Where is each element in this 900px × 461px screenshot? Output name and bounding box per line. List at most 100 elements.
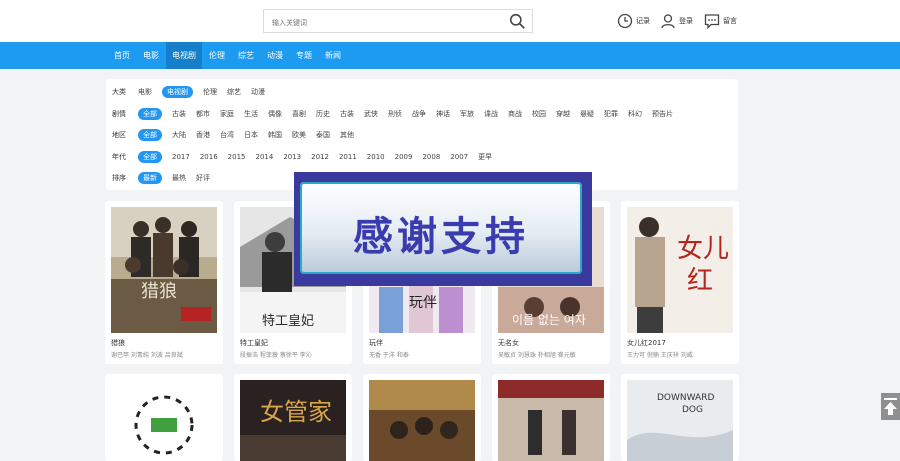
filter-option[interactable]: 动漫 xyxy=(251,87,265,97)
filter-option[interactable]: 更早 xyxy=(478,152,492,162)
filter-row-genre: 剧情 全部 古装 都市 家庭 生活 偶像 喜剧 历史 古装 武侠 刑侦 战争 神话 军旅 谍战 商战 校园 穿越 悬疑… xyxy=(112,107,683,121)
svg-text:红: 红 xyxy=(687,266,713,296)
filter-option[interactable]: 香港 xyxy=(196,130,210,140)
filter-option[interactable]: 偶像 xyxy=(268,109,282,119)
filter-option[interactable]: 武侠 xyxy=(364,109,378,119)
card-cast: 无香 于洋 和泰 xyxy=(369,352,409,359)
poster-image[interactable]: 女儿 红 xyxy=(627,207,733,333)
filter-option[interactable]: 犯罪 xyxy=(604,109,618,119)
video-card[interactable] xyxy=(105,374,223,461)
video-card[interactable]: 猎狼 猎狼 谢巴甲 刘青纯 刘波 吕良斌 xyxy=(105,201,223,364)
filter-option[interactable]: 古装 xyxy=(172,109,186,119)
poster-image[interactable] xyxy=(369,380,475,461)
video-card[interactable]: 女管家 xyxy=(234,374,352,461)
nav-item-news[interactable]: 新闻 xyxy=(319,42,347,69)
poster-image[interactable] xyxy=(111,380,217,461)
filter-option[interactable]: 2014 xyxy=(255,153,273,161)
thank-you-banner: 感谢支持 xyxy=(294,172,592,286)
search-box xyxy=(263,9,533,34)
filter-option[interactable]: 综艺 xyxy=(227,87,241,97)
nav-item-movie[interactable]: 电影 xyxy=(137,42,165,69)
filter-option[interactable]: 军旅 xyxy=(460,109,474,119)
search-icon[interactable] xyxy=(509,13,526,30)
filter-option[interactable]: 台湾 xyxy=(220,130,234,140)
filter-option[interactable]: 2007 xyxy=(450,153,468,161)
filter-option[interactable]: 2015 xyxy=(228,153,246,161)
filter-option[interactable]: 喜剧 xyxy=(292,109,306,119)
filter-option[interactable]: 穿越 xyxy=(556,109,570,119)
filter-option[interactable]: 2009 xyxy=(395,153,413,161)
video-card[interactable] xyxy=(363,374,481,461)
search-input[interactable] xyxy=(264,12,500,34)
banner-text: 感谢支持 xyxy=(353,214,529,260)
poster-image[interactable]: DOWNWARD DOG xyxy=(627,380,733,461)
filter-option[interactable]: 科幻 xyxy=(628,109,642,119)
filter-option[interactable]: 2013 xyxy=(283,153,301,161)
nav-item-tv[interactable]: 电视剧 xyxy=(166,42,202,69)
nav-item-anime[interactable]: 动漫 xyxy=(261,42,289,69)
filter-option[interactable]: 2016 xyxy=(200,153,218,161)
video-card[interactable]: 女儿 红 女儿红2017 王力可 倪楠 王庆祥 刘威 xyxy=(621,201,739,364)
filter-option[interactable]: 全部 xyxy=(138,151,162,163)
filter-option[interactable]: 全部 xyxy=(138,108,162,120)
nav-item-topics[interactable]: 专题 xyxy=(290,42,318,69)
filter-option[interactable]: 2010 xyxy=(367,153,385,161)
filter-option[interactable]: 大陆 xyxy=(172,130,186,140)
clock-icon xyxy=(617,13,633,29)
nav-item-variety[interactable]: 综艺 xyxy=(232,42,260,69)
video-card[interactable] xyxy=(492,374,610,461)
filter-option[interactable]: 商战 xyxy=(508,109,522,119)
filter-option[interactable]: 欧美 xyxy=(292,130,306,140)
filter-option[interactable]: 刑侦 xyxy=(388,109,402,119)
svg-text:玩伴: 玩伴 xyxy=(409,295,437,311)
filter-row-category: 大类 电影 电视剧 伦理 综艺 动漫 xyxy=(112,85,275,99)
video-card[interactable]: DOWNWARD DOG xyxy=(621,374,739,461)
filter-option[interactable]: 2017 xyxy=(172,153,190,161)
filter-option[interactable]: 全部 xyxy=(138,129,162,141)
nav-item-home[interactable]: 首页 xyxy=(108,42,136,69)
filter-option[interactable]: 神话 xyxy=(436,109,450,119)
filter-option[interactable]: 泰国 xyxy=(316,130,330,140)
filter-option[interactable]: 谍战 xyxy=(484,109,498,119)
filter-option[interactable]: 生活 xyxy=(244,109,258,119)
card-title[interactable]: 特工皇妃 xyxy=(240,338,268,348)
history-link[interactable]: 记录 xyxy=(617,12,650,30)
filter-option[interactable]: 2011 xyxy=(339,153,357,161)
poster-image[interactable] xyxy=(498,380,604,461)
card-title[interactable]: 猎狼 xyxy=(111,338,125,348)
login-link[interactable]: 登录 xyxy=(660,12,693,30)
card-title[interactable]: 玩伴 xyxy=(369,338,383,348)
card-title[interactable]: 女儿红2017 xyxy=(627,338,666,348)
filter-option[interactable]: 战争 xyxy=(412,109,426,119)
filter-option[interactable]: 韩国 xyxy=(268,130,282,140)
svg-text:DOG: DOG xyxy=(682,405,703,415)
filter-option[interactable]: 日本 xyxy=(244,130,258,140)
filter-option[interactable]: 2008 xyxy=(422,153,440,161)
poster-image[interactable]: 女管家 xyxy=(240,380,346,461)
filter-option[interactable]: 预告片 xyxy=(652,109,673,119)
card-cast: 王力可 倪楠 王庆祥 刘威 xyxy=(627,352,693,359)
poster-image[interactable]: 猎狼 xyxy=(111,207,217,333)
filter-option[interactable]: 都市 xyxy=(196,109,210,119)
filter-option[interactable]: 2012 xyxy=(311,153,329,161)
filter-option[interactable]: 最热 xyxy=(172,173,186,183)
message-label: 留言 xyxy=(723,17,737,25)
filter-option[interactable]: 其他 xyxy=(340,130,354,140)
card-title[interactable]: 无名女 xyxy=(498,338,519,348)
filter-option[interactable]: 最新 xyxy=(138,172,162,184)
filter-option[interactable]: 家庭 xyxy=(220,109,234,119)
filter-option[interactable]: 电影 xyxy=(138,87,152,97)
filter-option[interactable]: 好评 xyxy=(196,173,210,183)
history-label: 记录 xyxy=(636,17,650,25)
filter-option[interactable]: 古装 xyxy=(340,109,354,119)
filter-label: 年代 xyxy=(112,153,126,161)
filter-option[interactable]: 校园 xyxy=(532,109,546,119)
back-to-top-button[interactable] xyxy=(881,393,900,420)
filter-option[interactable]: 伦理 xyxy=(203,87,217,97)
user-icon xyxy=(661,14,675,29)
filter-option[interactable]: 悬疑 xyxy=(580,109,594,119)
nav-item-ethics[interactable]: 伦理 xyxy=(203,42,231,69)
filter-option[interactable]: 历史 xyxy=(316,109,330,119)
filter-option[interactable]: 电视剧 xyxy=(162,86,193,98)
message-link[interactable]: 留言 xyxy=(704,12,737,30)
